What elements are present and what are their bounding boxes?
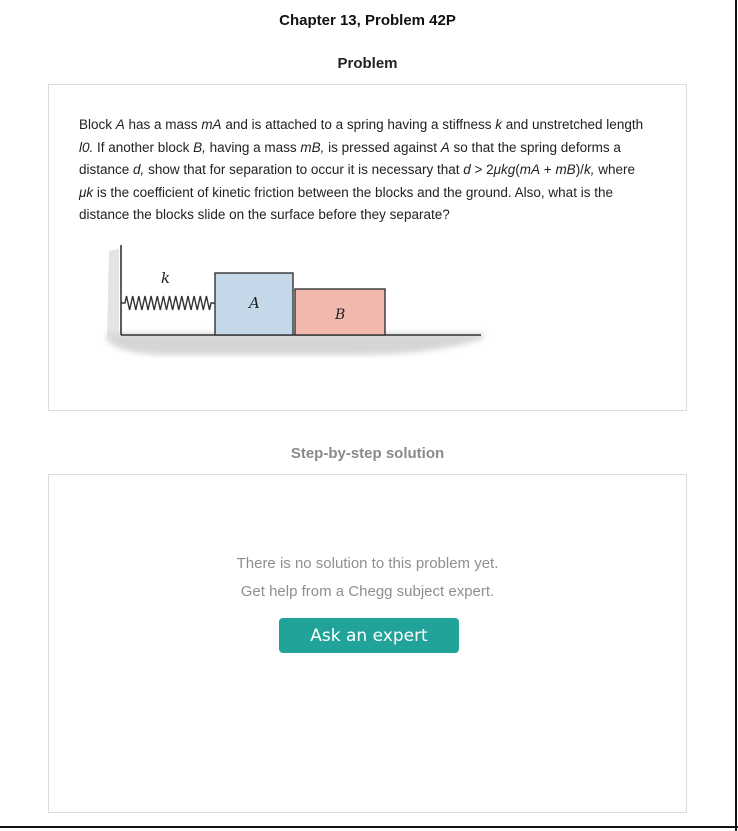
block-b-label: B <box>334 307 345 323</box>
problem-text-run: and unstretched length <box>501 117 644 132</box>
problem-text-run: A <box>115 117 125 132</box>
problem-text-run: having a mass <box>205 139 301 155</box>
problem-text-run: where <box>594 162 635 177</box>
expert-help-message: Get help from a Chegg subject expert. <box>240 583 495 600</box>
problem-text-run: k, <box>583 162 595 177</box>
problem-text-run: > 2 <box>470 162 494 177</box>
problem-text-run: If another block <box>93 139 194 155</box>
problem-statement: Block A has a mass mA and is attached to… <box>79 114 649 227</box>
problem-text-run: k <box>495 117 502 132</box>
problem-text-run: A <box>440 139 450 155</box>
problem-heading: Problem <box>337 55 398 72</box>
spring <box>121 295 215 311</box>
problem-text-run: show that for separation to occur it is … <box>144 162 464 177</box>
solution-card: There is no solution to this problem yet… <box>48 474 687 813</box>
problem-text-run: and is attached to a spring having a sti… <box>221 117 496 132</box>
problem-text-run: )/ <box>575 162 584 177</box>
spring-blocks-figure: k A B <box>105 245 483 355</box>
wall-shading <box>107 249 119 337</box>
problem-card: Block A has a mass mA and is attached to… <box>48 84 687 411</box>
problem-text-run: is pressed against <box>324 139 441 155</box>
problem-text-run: d, <box>133 162 145 177</box>
problem-text-run: μk <box>79 184 94 200</box>
ground-shadow <box>105 333 483 355</box>
problem-text-run: mA <box>201 117 222 132</box>
spring-label-k: k <box>161 269 170 287</box>
problem-text-run: Block <box>79 117 116 132</box>
chapter-title: Chapter 13, Problem 42P <box>279 12 456 29</box>
ask-expert-button[interactable]: Ask an expert <box>279 618 459 653</box>
problem-text-run: mA <box>519 162 541 177</box>
problem-text-run: l0. <box>79 139 94 155</box>
problem-text-run: + <box>540 162 556 177</box>
no-solution-message: There is no solution to this problem yet… <box>236 555 499 572</box>
problem-text-run: d <box>463 162 471 177</box>
problem-text-run: has a mass <box>124 117 202 132</box>
problem-text-run: mB <box>555 162 576 177</box>
problem-text-run: is the coefficient of kinetic friction b… <box>79 184 613 223</box>
problem-text-run: B, <box>193 139 206 155</box>
solution-heading: Step-by-step solution <box>290 445 445 462</box>
window-border-right <box>735 0 737 831</box>
block-a-label: A <box>247 294 260 312</box>
problem-text-run: mB, <box>300 139 325 155</box>
window-border-bottom <box>0 826 738 828</box>
problem-text-run: μkg <box>493 162 516 177</box>
